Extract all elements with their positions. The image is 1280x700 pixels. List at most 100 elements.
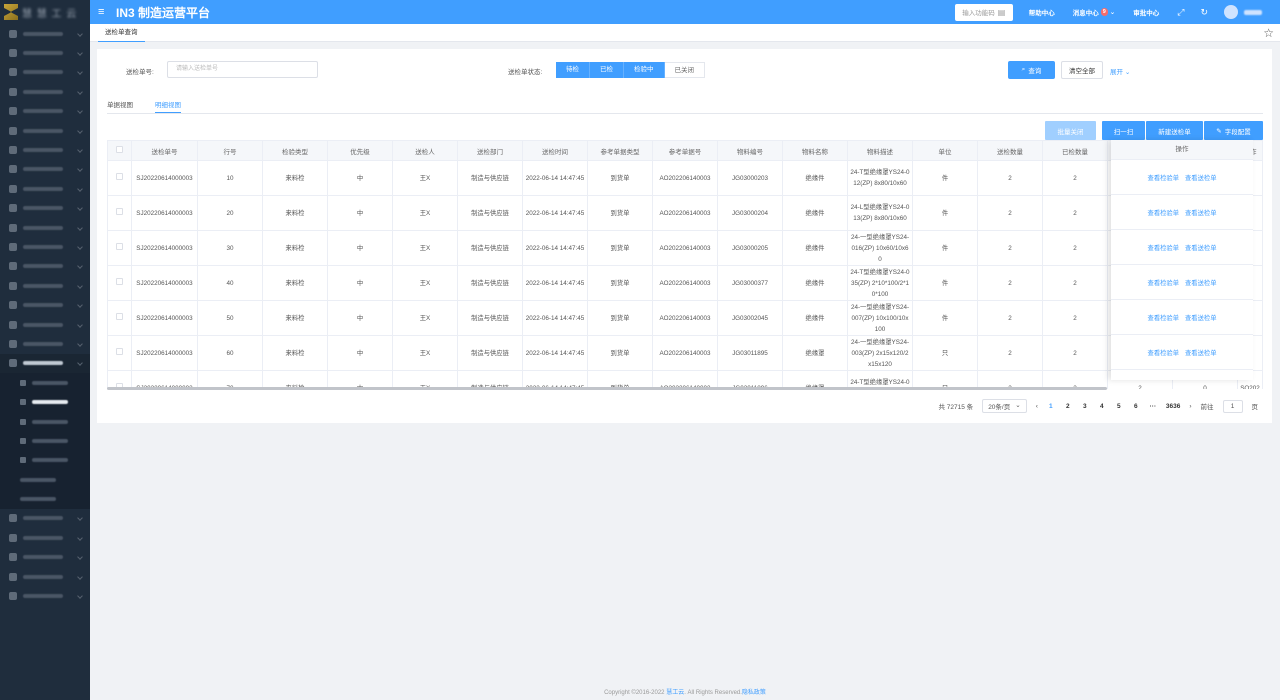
sidebar-subitem[interactable]	[0, 469, 90, 490]
view-sheet-link[interactable]: 查看送检单	[1185, 208, 1216, 217]
row-checkbox[interactable]	[116, 347, 123, 355]
sidebar-item[interactable]	[0, 528, 90, 547]
view-inspection-link[interactable]: 查看检验单	[1148, 313, 1179, 322]
refresh-icon[interactable]: ↻	[1200, 7, 1208, 18]
help-center-link[interactable]: 帮助中心	[1029, 7, 1055, 17]
sidebar-item[interactable]	[0, 218, 90, 237]
sidebar-item[interactable]	[0, 179, 90, 198]
sidebar-item[interactable]	[0, 43, 90, 62]
column-header[interactable]: 送检时间	[522, 140, 588, 161]
table-row[interactable]: SJ20220614000003 30 来料检中王X 制造与供应链 2022-06-14…	[107, 230, 1263, 266]
view-inspection-link[interactable]: 查看检验单	[1148, 208, 1179, 217]
sidebar-item[interactable]	[0, 160, 90, 179]
status-closed[interactable]: 已关闭	[664, 62, 705, 78]
column-header[interactable]: 物料编号	[717, 140, 783, 161]
view-sheet-link[interactable]: 查看送检单	[1185, 278, 1216, 287]
sidebar-item[interactable]	[0, 567, 90, 586]
sidebar-item[interactable]	[0, 257, 90, 276]
sidebar-item[interactable]	[0, 237, 90, 256]
horizontal-scrollbar[interactable]	[107, 387, 1107, 390]
sidebar-item[interactable]	[0, 82, 90, 101]
sidebar-item[interactable]	[0, 121, 90, 140]
user-name[interactable]	[1244, 9, 1262, 15]
page-number[interactable]: 6	[1132, 403, 1140, 410]
query-button[interactable]: ⌕ 查询	[1008, 61, 1055, 79]
sheet-no-input[interactable]: 请输入送检单号	[167, 61, 318, 78]
sidebar-item[interactable]	[0, 315, 90, 334]
view-inspection-link[interactable]: 查看检验单	[1148, 243, 1179, 252]
sidebar-item[interactable]	[0, 586, 90, 605]
table-row[interactable]: SJ20220614000003 20 来料检中王X 制造与供应链 2022-06-14…	[107, 195, 1263, 231]
column-header[interactable]: 行号	[197, 140, 263, 161]
column-header[interactable]: 参考单据号	[652, 140, 718, 161]
column-header[interactable]: 送检数量	[977, 140, 1043, 161]
row-checkbox[interactable]	[116, 277, 123, 285]
view-sheet-link[interactable]: 查看送检单	[1185, 313, 1216, 322]
sidebar-item[interactable]	[0, 102, 90, 121]
sidebar-subitem[interactable]	[0, 411, 90, 432]
sidebar-item[interactable]	[0, 334, 90, 353]
column-header[interactable]: 物料描述	[847, 140, 913, 161]
column-header[interactable]: 检验类型	[262, 140, 328, 161]
status-inspecting[interactable]: 检验中	[624, 62, 665, 78]
sidebar-subitem[interactable]	[0, 392, 90, 412]
goto-page-input[interactable]: 1	[1222, 399, 1243, 413]
table-row[interactable]: SJ20220614000003 50 来料检中王X 制造与供应链 2022-06-14…	[107, 300, 1263, 336]
scan-button[interactable]: 扫一扫	[1102, 121, 1145, 140]
page-size-select[interactable]: 20条/页 ⌄	[982, 399, 1027, 413]
privacy-policy-link[interactable]: 隐私政策	[742, 690, 766, 696]
column-header[interactable]: 已检数量	[1042, 140, 1108, 161]
sidebar-item[interactable]	[0, 63, 90, 82]
sidebar-item[interactable]	[0, 548, 90, 567]
star-icon[interactable]: ☆	[1263, 26, 1274, 40]
sidebar-item[interactable]	[0, 24, 90, 43]
column-header[interactable]: 优先级	[327, 140, 393, 161]
sidebar-item[interactable]	[0, 509, 90, 528]
column-header[interactable]: 参考单据类型	[587, 140, 653, 161]
field-config-button[interactable]: ✎ 字段配置	[1204, 121, 1263, 140]
sidebar-subitem[interactable]	[0, 489, 90, 509]
function-code-search[interactable]: 输入功能码 ▤	[954, 3, 1013, 21]
row-checkbox[interactable]	[116, 172, 123, 180]
menu-toggle-icon[interactable]: ≡	[98, 6, 110, 18]
batch-close-button[interactable]: 批量关闭	[1045, 121, 1096, 140]
column-header[interactable]: 送检单号	[131, 140, 198, 161]
view-sheet-link[interactable]: 查看送检单	[1185, 348, 1216, 357]
brand-link[interactable]: 慧工云	[666, 690, 684, 696]
approval-center-link[interactable]: 审批中心	[1133, 7, 1159, 17]
page-number[interactable]: 2	[1064, 403, 1072, 410]
row-checkbox[interactable]	[116, 207, 123, 215]
fullscreen-icon[interactable]: ⤢	[1177, 7, 1184, 18]
sidebar-item[interactable]	[0, 353, 90, 374]
column-header[interactable]: 单位	[912, 140, 978, 161]
page-number[interactable]: 3	[1081, 403, 1089, 410]
column-header[interactable]: 物料名称	[782, 140, 848, 161]
view-sheet-link[interactable]: 查看送检单	[1185, 243, 1216, 252]
select-all-checkbox[interactable]	[116, 146, 123, 153]
status-inspected[interactable]: 已检	[590, 62, 624, 78]
page-number[interactable]: 3636	[1166, 403, 1180, 410]
page-number[interactable]: 5	[1115, 403, 1123, 410]
tab-detail-view[interactable]: 明细视图	[155, 100, 181, 113]
row-checkbox[interactable]	[116, 242, 123, 250]
tab-document-view[interactable]: 单据视图	[107, 100, 133, 112]
view-inspection-link[interactable]: 查看检验单	[1148, 348, 1179, 357]
avatar[interactable]	[1224, 5, 1238, 19]
view-inspection-link[interactable]: 查看检验单	[1148, 173, 1179, 182]
page-number[interactable]: 4	[1098, 403, 1106, 410]
next-page-icon[interactable]: ›	[1189, 403, 1191, 410]
column-header[interactable]: 送检部门	[457, 140, 523, 161]
column-header[interactable]: 送检人	[392, 140, 458, 161]
sidebar-item[interactable]	[0, 199, 90, 218]
sidebar-item[interactable]	[0, 140, 90, 159]
tab-inspection-query[interactable]: 送检单查询	[98, 26, 145, 42]
message-center-link[interactable]: 消息中心 9 ⌄	[1073, 7, 1115, 17]
table-row[interactable]: SJ20220614000003 60 来料检中王X 制造与供应链 2022-06-14…	[107, 335, 1263, 371]
row-checkbox[interactable]	[116, 312, 123, 320]
sidebar-subitem[interactable]	[0, 450, 90, 470]
sidebar-subitem[interactable]	[0, 373, 90, 393]
page-ellipsis[interactable]: ···	[1149, 403, 1157, 410]
sidebar-item[interactable]	[0, 276, 90, 295]
clear-all-button[interactable]: 清空全部	[1061, 61, 1103, 79]
table-row[interactable]: SJ20220614000003 10 来料检中王X 制造与供应链 2022-06-14…	[107, 160, 1263, 196]
